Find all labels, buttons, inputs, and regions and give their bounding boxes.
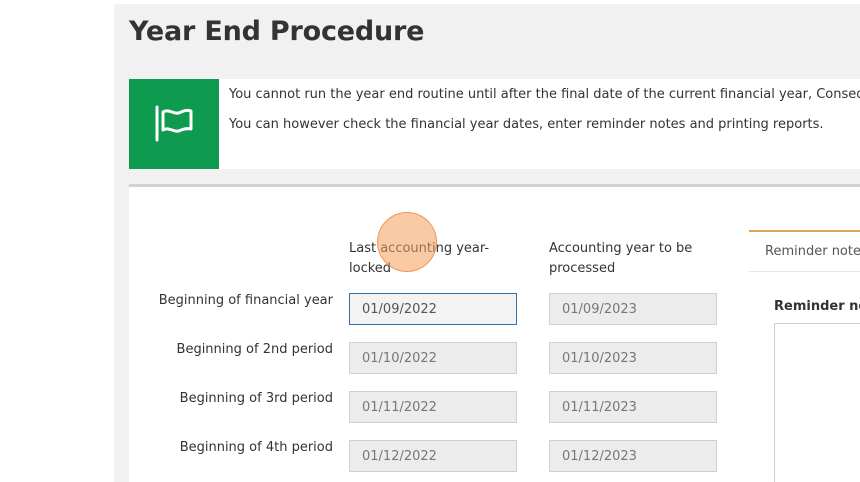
last-locked-financial-year-input[interactable] xyxy=(349,293,517,325)
tab-reminder-note[interactable]: Reminder note xyxy=(749,230,860,272)
page-title: Year End Procedure xyxy=(129,16,425,47)
year-end-form: Last accounting year-locked Accounting y… xyxy=(129,184,860,482)
flag-icon xyxy=(155,105,193,142)
column-header-to-process: Accounting year to be processed xyxy=(549,241,693,276)
last-locked-2nd-period-input[interactable] xyxy=(349,342,517,374)
year-end-panel: Year End Procedure You cannot run the ye… xyxy=(114,4,860,482)
to-process-3rd-period-input[interactable] xyxy=(549,391,717,423)
row-label-2nd-period: Beginning of 2nd period xyxy=(176,342,333,357)
notice-text-line-2: You can however check the financial year… xyxy=(229,117,824,132)
last-locked-3rd-period-input[interactable] xyxy=(349,391,517,423)
notice-icon-box xyxy=(129,79,219,169)
row-label-financial-year: Beginning of financial year xyxy=(158,293,333,308)
reminder-textarea[interactable] xyxy=(774,323,860,482)
notice-banner: You cannot run the year end routine unti… xyxy=(129,79,860,169)
last-locked-4th-period-input[interactable] xyxy=(349,440,517,472)
row-label-4th-period: Beginning of 4th period xyxy=(179,440,333,455)
to-process-4th-period-input[interactable] xyxy=(549,440,717,472)
to-process-financial-year-input[interactable] xyxy=(549,293,717,325)
row-label-3rd-period: Beginning of 3rd period xyxy=(179,391,333,406)
to-process-2nd-period-input[interactable] xyxy=(549,342,717,374)
reminder-field-label: Reminder not xyxy=(774,299,860,314)
column-header-last-locked: Last accounting year-locked xyxy=(349,241,490,276)
notice-text-line-1: You cannot run the year end routine unti… xyxy=(229,87,860,102)
